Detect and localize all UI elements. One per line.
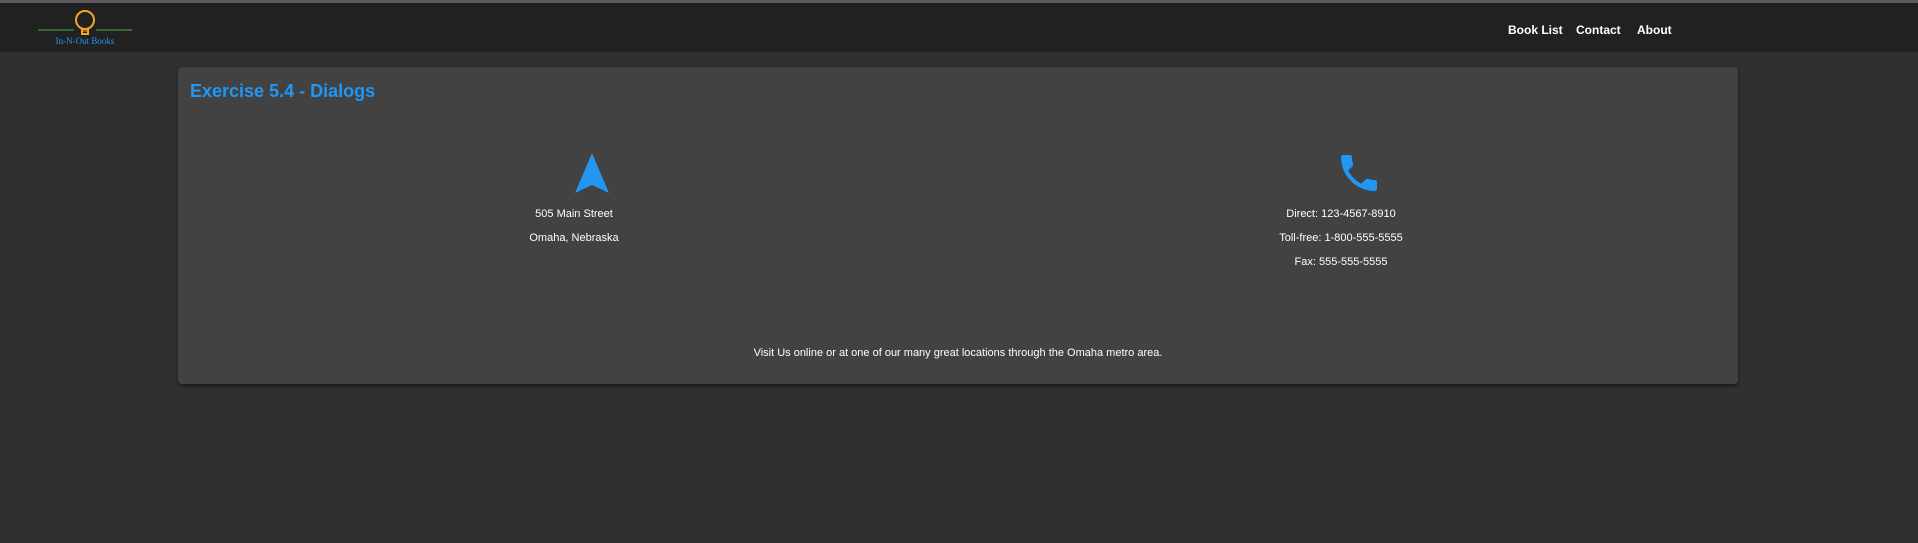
navigation-icon [575, 153, 609, 193]
nav-contact[interactable]: Contact [1576, 6, 1621, 55]
phone-icon [1341, 155, 1377, 191]
nav-about[interactable]: About [1637, 6, 1672, 55]
phone-section: Direct: 123-4567-8910 Toll-free: 1-800-5… [1141, 149, 1541, 274]
phone-direct: Direct: 123-4567-8910 [1286, 208, 1396, 220]
logo-link[interactable]: In-N-Out Books [38, 6, 132, 50]
address-section: 505 Main Street Omaha, Nebraska [374, 149, 774, 250]
address-city: Omaha, Nebraska [529, 232, 619, 244]
phone-toll-free: Toll-free: 1-800-555-5555 [1279, 232, 1403, 244]
contact-card: Exercise 5.4 - Dialogs 505 Main Street O… [178, 67, 1738, 384]
top-toolbar: In-N-Out Books Book List Contact About [0, 3, 1918, 52]
nav-book-list[interactable]: Book List [1508, 6, 1563, 55]
page-title: Exercise 5.4 - Dialogs [190, 81, 376, 101]
lightbulb-logo-icon [38, 10, 132, 35]
phone-fax: Fax: 555-555-5555 [1294, 256, 1388, 268]
logo-text: In-N-Out Books [55, 36, 115, 46]
visit-us-text: Visit Us online or at one of our many gr… [753, 347, 1163, 359]
address-street: 505 Main Street [535, 208, 613, 220]
